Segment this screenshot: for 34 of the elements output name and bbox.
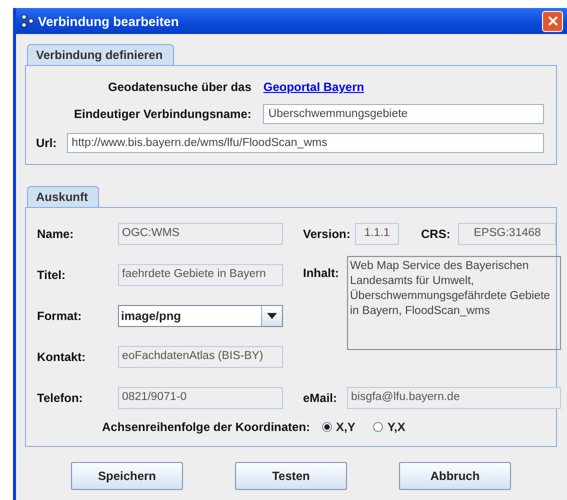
search-label: Geodatensuche über das	[108, 80, 252, 94]
version-field: 1.1.1	[355, 223, 399, 245]
crs-field: EPSG:31468	[458, 223, 556, 245]
email-label: eMail:	[303, 391, 338, 405]
url-label: Url:	[36, 136, 57, 150]
axis-order-radio[interactable]: X,Y	[322, 420, 356, 434]
close-icon	[548, 16, 558, 26]
dialog-button[interactable]: Testen	[235, 462, 347, 490]
dropdown-arrow-icon	[267, 313, 277, 319]
geoportal-link[interactable]: Geoportal Bayern	[263, 80, 364, 94]
close-button[interactable]	[542, 10, 563, 32]
name-field: OGC:WMS	[118, 223, 283, 245]
url-field[interactable]: http://www.bis.bayern.de/wms/lfu/FloodScan_wms	[66, 133, 544, 153]
dialog-button[interactable]: Abbruch	[399, 462, 511, 490]
title-field: faehrdete Gebiete in Bayern	[118, 264, 283, 286]
email-field: bisgfa@lfu.bayern.de	[347, 387, 561, 409]
contact-field: eoFachdatenAtlas (BIS-BY)	[118, 346, 283, 368]
dialog-button[interactable]: Speichern	[71, 462, 183, 490]
axis-order-label: Achsenreihenfolge der Koordinaten:	[102, 420, 310, 434]
window-title: Verbindung bearbeiten	[38, 14, 180, 28]
format-label: Format:	[37, 309, 83, 323]
contact-label: Kontakt:	[37, 350, 87, 364]
axis-order-radio[interactable]: Y,X	[373, 420, 406, 434]
version-label: Version:	[303, 227, 347, 241]
title-label: Titel:	[37, 268, 66, 282]
phone-field: 0821/9071-0	[118, 387, 283, 409]
content-text-area: Web Map Service des Bayerischen Landesamts für Umwelt, Überschwemmungsgefährdete Gebiete in Bayern, FloodScan_wms	[347, 256, 561, 350]
content-label: Inhalt:	[303, 266, 340, 280]
connection-name-label: Eindeutiger Verbindungsname:	[74, 107, 252, 121]
connection-nodes-icon	[20, 14, 34, 28]
crs-label: CRS:	[421, 227, 450, 241]
name-label: Name:	[37, 227, 75, 241]
format-dropdown[interactable]: image/png	[118, 305, 283, 327]
phone-label: Telefon:	[37, 391, 84, 405]
